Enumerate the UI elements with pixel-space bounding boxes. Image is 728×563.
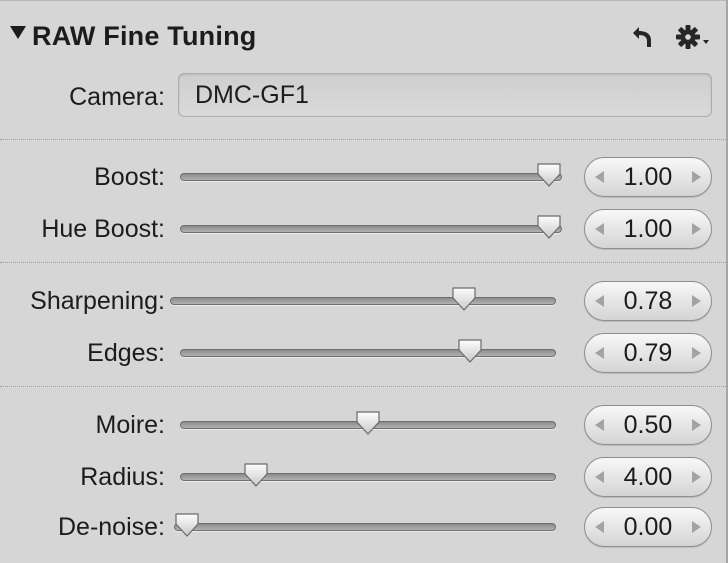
right-arrow-icon <box>692 347 701 359</box>
left-arrow-icon <box>595 419 604 431</box>
right-arrow-icon <box>692 471 701 483</box>
left-arrow-icon <box>595 471 604 483</box>
boost-decrement-button[interactable] <box>589 158 611 196</box>
moire-value-field[interactable]: 0.50 <box>609 406 687 444</box>
de-noise-value-stepper: 0.00 <box>584 507 712 547</box>
section-divider <box>0 139 726 140</box>
right-arrow-icon <box>692 419 701 431</box>
slider-row-hue-boost: Hue Boost: 1.00 <box>0 204 728 254</box>
right-arrow-icon <box>692 295 701 307</box>
edges-decrement-button[interactable] <box>589 334 611 372</box>
section-divider <box>0 262 726 263</box>
hue-boost-value-field[interactable]: 1.00 <box>609 210 687 248</box>
edges-slider-track[interactable] <box>180 349 556 357</box>
section-divider <box>0 386 726 387</box>
de-noise-slider-thumb[interactable] <box>174 512 200 538</box>
raw-fine-tuning-panel: RAW Fine Tuning Camera: DMC-GF1 Boost:1 <box>0 0 728 563</box>
edges-slider-thumb[interactable] <box>457 338 483 364</box>
slider-row-radius: Radius: 4.00 <box>0 452 728 502</box>
slider-row-de-noise: De-noise: 0.00 <box>0 502 728 552</box>
hue-boost-slider-thumb[interactable] <box>536 214 562 240</box>
edges-label: Edges: <box>87 339 165 367</box>
sharpening-value-field[interactable]: 0.78 <box>609 282 687 320</box>
edges-value-field[interactable]: 0.79 <box>609 334 687 372</box>
left-arrow-icon <box>595 295 604 307</box>
hue-boost-slider-track[interactable] <box>180 225 562 233</box>
hue-boost-value-stepper: 1.00 <box>584 209 712 249</box>
right-arrow-icon <box>692 171 701 183</box>
sharpening-slider-thumb[interactable] <box>451 286 477 312</box>
moire-label: Moire: <box>95 411 165 439</box>
hue-boost-decrement-button[interactable] <box>589 210 611 248</box>
de-noise-label: De-noise: <box>58 513 165 541</box>
radius-increment-button[interactable] <box>685 458 707 496</box>
radius-slider-thumb[interactable] <box>243 462 269 488</box>
left-arrow-icon <box>595 171 604 183</box>
boost-slider-thumb[interactable] <box>536 162 562 188</box>
radius-value-field[interactable]: 4.00 <box>609 458 687 496</box>
boost-label: Boost: <box>94 163 165 191</box>
left-arrow-icon <box>595 347 604 359</box>
boost-slider-track[interactable] <box>180 173 562 181</box>
right-arrow-icon <box>692 223 701 235</box>
boost-value-field[interactable]: 1.00 <box>609 158 687 196</box>
sharpening-value-stepper: 0.78 <box>584 281 712 321</box>
radius-value-stepper: 4.00 <box>584 457 712 497</box>
slider-row-moire: Moire: 0.50 <box>0 400 728 450</box>
panel-header: RAW Fine Tuning <box>0 0 728 74</box>
sharpening-decrement-button[interactable] <box>589 282 611 320</box>
gear-menu-icon[interactable] <box>675 24 711 50</box>
camera-field: DMC-GF1 <box>178 73 712 117</box>
disclosure-triangle-icon[interactable] <box>10 26 26 39</box>
radius-slider-track[interactable] <box>180 473 556 481</box>
boost-increment-button[interactable] <box>685 158 707 196</box>
sharpening-slider-track[interactable] <box>170 297 556 305</box>
right-arrow-icon <box>692 521 701 533</box>
moire-slider-thumb[interactable] <box>355 410 381 436</box>
moire-increment-button[interactable] <box>685 406 707 444</box>
moire-value-stepper: 0.50 <box>584 405 712 445</box>
sharpening-increment-button[interactable] <box>685 282 707 320</box>
edges-value-stepper: 0.79 <box>584 333 712 373</box>
slider-row-boost: Boost: 1.00 <box>0 152 728 202</box>
slider-row-sharpening: Sharpening: 0.78 <box>0 276 728 326</box>
de-noise-value-field[interactable]: 0.00 <box>609 508 687 546</box>
left-arrow-icon <box>595 223 604 235</box>
hue-boost-increment-button[interactable] <box>685 210 707 248</box>
de-noise-decrement-button[interactable] <box>589 508 611 546</box>
de-noise-slider-track[interactable] <box>174 523 556 531</box>
reset-arrow-icon[interactable] <box>631 24 655 50</box>
radius-label: Radius: <box>80 463 165 491</box>
left-arrow-icon <box>595 521 604 533</box>
edges-increment-button[interactable] <box>685 334 707 372</box>
radius-decrement-button[interactable] <box>589 458 611 496</box>
boost-value-stepper: 1.00 <box>584 157 712 197</box>
de-noise-increment-button[interactable] <box>685 508 707 546</box>
slider-row-edges: Edges: 0.79 <box>0 328 728 378</box>
sharpening-label: Sharpening: <box>30 287 165 315</box>
moire-decrement-button[interactable] <box>589 406 611 444</box>
hue-boost-label: Hue Boost: <box>41 215 165 243</box>
panel-title: RAW Fine Tuning <box>32 21 257 51</box>
camera-label: Camera: <box>69 83 165 111</box>
